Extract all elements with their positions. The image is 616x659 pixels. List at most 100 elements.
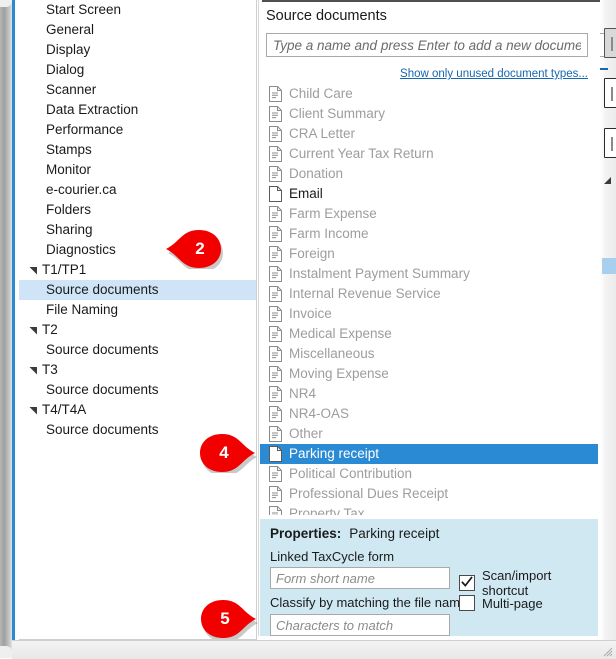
document-lined-icon [269, 406, 282, 422]
document-type-label: Parking receipt [289, 444, 379, 464]
list-item[interactable]: Child Care [260, 84, 598, 104]
sidebar-item-file-naming[interactable]: File Naming [19, 300, 256, 320]
sidebar-item-label: Source documents [46, 380, 159, 400]
add-document-type-input[interactable] [266, 33, 588, 57]
document-lined-icon [269, 346, 282, 362]
sidebar-item-performance[interactable]: Performance [19, 120, 256, 140]
sidebar-item-general[interactable]: General [19, 20, 256, 40]
sidebar-item-source-documents[interactable]: Source documents [19, 380, 256, 400]
edge-toolbar-button-2[interactable] [604, 78, 616, 108]
checkbox-unchecked-icon[interactable] [459, 595, 475, 611]
document-lined-icon [269, 266, 282, 282]
sidebar-item-label: File Naming [46, 300, 118, 320]
list-item[interactable]: Property Tax [260, 504, 598, 515]
document-type-label: Instalment Payment Summary [289, 264, 470, 284]
sidebar-item-label: Performance [46, 120, 123, 140]
resize-grip-icon[interactable] [601, 645, 613, 657]
document-lined-icon [269, 306, 282, 322]
list-item[interactable]: Professional Dues Receipt [260, 484, 598, 504]
expand-triangle-icon[interactable] [29, 265, 39, 275]
sidebar-item-display[interactable]: Display [19, 40, 256, 60]
list-item[interactable]: Political Contribution [260, 464, 598, 484]
document-type-list[interactable]: Child CareClient SummaryCRA LetterCurren… [260, 84, 598, 515]
clipped-link-edge [600, 68, 608, 70]
document-lined-icon [269, 326, 282, 342]
form-short-name-input[interactable] [270, 567, 450, 589]
sidebar-item-scanner[interactable]: Scanner [19, 80, 256, 100]
edge-toolbar-button-3[interactable] [604, 128, 616, 158]
list-item[interactable]: Miscellaneous [260, 344, 598, 364]
document-blank-icon [269, 186, 282, 202]
list-item[interactable]: Client Summary [260, 104, 598, 124]
list-item[interactable]: Moving Expense [260, 364, 598, 384]
sidebar-item-source-documents[interactable]: Source documents [19, 340, 256, 360]
document-type-label: Client Summary [289, 104, 385, 124]
document-lined-icon [269, 166, 282, 182]
document-type-label: Current Year Tax Return [289, 144, 434, 164]
gutter-cap-bottom [0, 646, 12, 658]
linked-form-label: Linked TaxCycle form [270, 549, 394, 564]
callout-balloon-right-icon-5 [201, 599, 259, 639]
edge-toolbar-button-1[interactable] [604, 28, 616, 58]
document-type-label: Miscellaneous [289, 344, 375, 364]
list-item[interactable]: Foreign [260, 244, 598, 264]
settings-tree-panel[interactable]: Start ScreenGeneralDisplayDialogScannerD… [19, 0, 257, 640]
list-item[interactable]: NR4 [260, 384, 598, 404]
clipped-expand-triangle-icon [604, 175, 614, 190]
expand-triangle-icon[interactable] [29, 405, 39, 415]
sidebar-item-t3[interactable]: T3 [19, 360, 256, 380]
document-type-label: NR4-OAS [289, 404, 349, 424]
edge-button-glyph-1 [611, 37, 613, 51]
sidebar-item-e-courier-ca[interactable]: e-courier.ca [19, 180, 256, 200]
sidebar-item-start-screen[interactable]: Start Screen [19, 0, 256, 20]
list-item[interactable]: Parking receipt [260, 444, 598, 464]
list-item[interactable]: Donation [260, 164, 598, 184]
expand-triangle-icon[interactable] [29, 325, 39, 335]
sidebar-item-label: Scanner [46, 80, 96, 100]
callout-balloon-left-icon [166, 229, 224, 269]
sidebar-item-label: General [46, 20, 94, 40]
document-type-label: Farm Income [289, 224, 369, 244]
sidebar-item-label: Source documents [46, 280, 159, 300]
document-type-label: NR4 [289, 384, 316, 404]
document-lined-icon [269, 486, 282, 502]
document-lined-icon [269, 126, 282, 142]
list-item[interactable]: Farm Income [260, 224, 598, 244]
document-lined-icon [269, 86, 282, 102]
list-item[interactable]: Email [260, 184, 598, 204]
sidebar-item-label: T4/T4A [42, 400, 86, 420]
document-blank-icon [269, 446, 282, 462]
sidebar-item-label: Start Screen [46, 0, 121, 20]
sidebar-item-t4-t4a[interactable]: T4/T4A [19, 400, 256, 420]
document-type-label: Farm Expense [289, 204, 377, 224]
sidebar-item-source-documents[interactable]: Source documents [19, 280, 256, 300]
multi-page-checkbox-row[interactable]: Multi-page [459, 595, 543, 611]
sidebar-item-monitor[interactable]: Monitor [19, 160, 256, 180]
properties-selected-document: Parking receipt [349, 526, 439, 541]
checkbox-checked-icon[interactable] [459, 575, 475, 591]
sidebar-item-stamps[interactable]: Stamps [19, 140, 256, 160]
sidebar-item-folders[interactable]: Folders [19, 200, 256, 220]
scan-import-shortcut-checkbox-row[interactable]: Scan/import shortcut [459, 568, 598, 598]
list-item[interactable]: Medical Expense [260, 324, 598, 344]
callout-marker-2: 2 [166, 229, 224, 269]
list-item[interactable]: CRA Letter [260, 124, 598, 144]
list-item[interactable]: Internal Revenue Service [260, 284, 598, 304]
sidebar-item-label: Dialog [46, 60, 84, 80]
list-item[interactable]: NR4-OAS [260, 404, 598, 424]
sidebar-item-dialog[interactable]: Dialog [19, 60, 256, 80]
characters-to-match-input[interactable] [270, 614, 450, 636]
list-item[interactable]: Instalment Payment Summary [260, 264, 598, 284]
document-type-label: Political Contribution [289, 464, 412, 484]
list-item[interactable]: Farm Expense [260, 204, 598, 224]
document-lined-icon [269, 286, 282, 302]
sidebar-item-t2[interactable]: T2 [19, 320, 256, 340]
list-item[interactable]: Other [260, 424, 598, 444]
list-item[interactable]: Current Year Tax Return [260, 144, 598, 164]
document-lined-icon [269, 206, 282, 222]
list-item[interactable]: Invoice [260, 304, 598, 324]
sidebar-item-label: Source documents [46, 420, 159, 440]
show-unused-document-types-link[interactable]: Show only unused document types... [400, 68, 588, 80]
sidebar-item-data-extraction[interactable]: Data Extraction [19, 100, 256, 120]
expand-triangle-icon[interactable] [29, 365, 39, 375]
